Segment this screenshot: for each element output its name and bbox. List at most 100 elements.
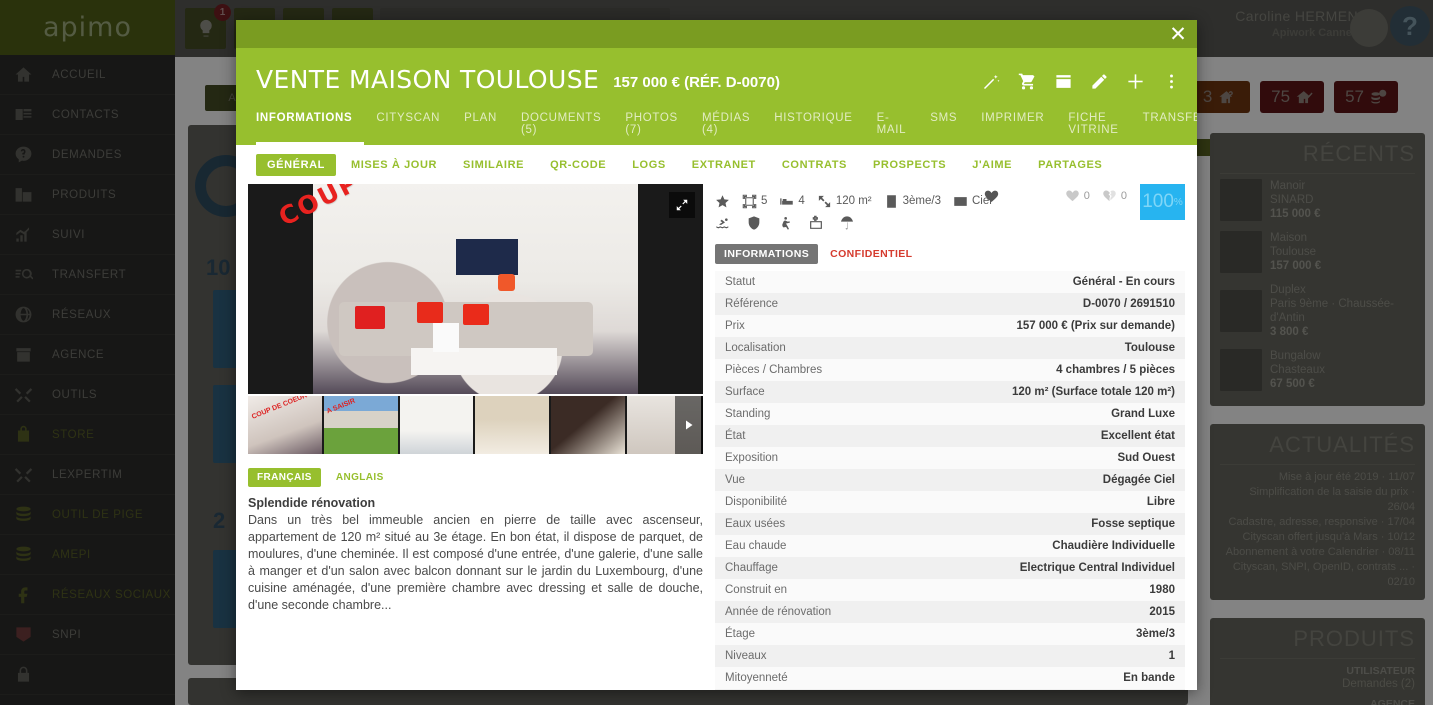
tab-documents-5[interactable]: DOCUMENTS (5) bbox=[509, 107, 613, 145]
photo-detail-vase bbox=[498, 274, 514, 291]
description-title: Splendide rénovation bbox=[248, 496, 703, 510]
tab-historique[interactable]: HISTORIQUE bbox=[762, 107, 864, 145]
modal-top-strip: ✕ bbox=[236, 20, 1197, 48]
description-body: Dans un très bel immeuble ancien en pier… bbox=[248, 512, 703, 614]
tab-m-dias-4[interactable]: MÉDIAS (4) bbox=[690, 107, 762, 145]
subtab-j-aime[interactable]: J'AIME bbox=[961, 154, 1023, 176]
table-row: LocalisationToulouse bbox=[715, 337, 1185, 359]
spec-value: En bande bbox=[1123, 672, 1175, 684]
chevron-right-icon bbox=[683, 419, 695, 431]
close-icon[interactable]: ✕ bbox=[1165, 21, 1191, 47]
subtab-g-n-ral[interactable]: GÉNÉRAL bbox=[256, 154, 336, 176]
spec-value: Libre bbox=[1147, 496, 1175, 508]
spec-value: D-0070 / 2691510 bbox=[1083, 298, 1175, 310]
amenity-icon-row bbox=[715, 212, 1185, 234]
tab-transfert[interactable]: TRANSFERT bbox=[1131, 107, 1197, 145]
surface-icon bbox=[817, 194, 832, 209]
magic-wand-icon[interactable] bbox=[982, 72, 1001, 91]
thumbnail-tag-2: A SAISIR bbox=[326, 398, 357, 416]
subtab-prospects[interactable]: PROSPECTS bbox=[862, 154, 957, 176]
info-tab-bar: INFORMATIONS CONFIDENTIEL bbox=[715, 244, 1185, 264]
expand-icon bbox=[675, 198, 689, 212]
tab-imprimer[interactable]: IMPRIMER bbox=[969, 107, 1056, 145]
spec-value: Général - En cours bbox=[1073, 276, 1175, 288]
spec-key: Disponibilité bbox=[725, 496, 787, 508]
tab-sms[interactable]: SMS bbox=[918, 107, 969, 145]
accessibility-icon bbox=[777, 215, 793, 231]
shield-icon bbox=[746, 215, 762, 231]
spec-bedrooms: 4 bbox=[779, 190, 804, 212]
next-thumbnails-button[interactable] bbox=[675, 396, 703, 454]
spec-key: Référence bbox=[725, 298, 778, 310]
spec-key: Pièces / Chambres bbox=[725, 364, 822, 376]
tab-plan[interactable]: PLAN bbox=[452, 107, 509, 145]
subtab-qr-code[interactable]: QR-CODE bbox=[539, 154, 617, 176]
photo-image bbox=[313, 184, 638, 394]
spec-key: Eau chaude bbox=[725, 540, 786, 552]
bed-icon bbox=[779, 194, 794, 209]
price-reference: 157 000 € (RÉF. D-0070) bbox=[613, 74, 780, 94]
thumbnail-4[interactable] bbox=[475, 396, 551, 454]
cart-icon[interactable] bbox=[1018, 72, 1037, 91]
pencil-icon[interactable] bbox=[1090, 72, 1109, 91]
subtab-extranet[interactable]: EXTRANET bbox=[681, 154, 767, 176]
photo-detail-pillow-2 bbox=[417, 302, 443, 323]
photo-detail-pillow-3 bbox=[463, 304, 489, 325]
subtab-mises-jour[interactable]: MISES À JOUR bbox=[340, 154, 448, 176]
completion-percent-badge: 100% bbox=[1140, 184, 1185, 220]
tab-e-mail[interactable]: E-MAIL bbox=[865, 107, 919, 145]
percent-unit: % bbox=[1174, 197, 1183, 208]
main-photo[interactable]: COUP DE COEUR bbox=[248, 184, 703, 394]
spec-star bbox=[715, 190, 730, 212]
spec-value: 157 000 € (Prix sur demande) bbox=[1016, 320, 1175, 332]
modal-body: COUP DE COEUR COUP DE COEUR A SAISIR bbox=[236, 184, 1197, 690]
tab-fiche-vitrine[interactable]: FICHE VITRINE bbox=[1056, 107, 1130, 145]
spec-key: Niveaux bbox=[725, 650, 767, 662]
tab-cityscan[interactable]: CITYSCAN bbox=[364, 107, 452, 145]
subtab-partages[interactable]: PARTAGES bbox=[1027, 154, 1113, 176]
thumbnail-3[interactable] bbox=[400, 396, 476, 454]
spec-key: Mitoyenneté bbox=[725, 672, 788, 684]
table-row: ChauffageElectrique Central Individuel bbox=[715, 557, 1185, 579]
storefront-icon[interactable] bbox=[1054, 72, 1073, 91]
language-tab-anglais[interactable]: ANGLAIS bbox=[327, 468, 393, 487]
spec-floor-value: 3ème/3 bbox=[903, 195, 941, 207]
spec-value: Fosse septique bbox=[1091, 518, 1175, 530]
subtab-contrats[interactable]: CONTRATS bbox=[771, 154, 858, 176]
thumbnail-2[interactable]: A SAISIR bbox=[324, 396, 400, 454]
dislikes-count: 0 bbox=[1121, 190, 1127, 202]
info-tab-confidentiel[interactable]: CONFIDENTIEL bbox=[824, 244, 918, 264]
table-row: Prix157 000 € (Prix sur demande) bbox=[715, 315, 1185, 337]
info-tab-informations[interactable]: INFORMATIONS bbox=[715, 244, 818, 264]
subtab-similaire[interactable]: SIMILAIRE bbox=[452, 154, 535, 176]
table-row: Surface120 m² (Surface totale 120 m²) bbox=[715, 381, 1185, 403]
plus-icon[interactable] bbox=[1126, 72, 1145, 91]
spec-icon-row: 5 4 120 m² 3ème/3 bbox=[715, 184, 1185, 212]
tab-informations[interactable]: INFORMATIONS bbox=[256, 107, 364, 145]
language-tab-fran-ais[interactable]: FRANÇAIS bbox=[248, 468, 321, 487]
dislikes-counter[interactable]: 0 bbox=[1102, 188, 1127, 203]
spec-key: État bbox=[725, 430, 745, 442]
subtab-logs[interactable]: LOGS bbox=[621, 154, 677, 176]
spec-key: Eaux usées bbox=[725, 518, 785, 530]
thumbnail-1[interactable]: COUP DE COEUR bbox=[248, 396, 324, 454]
spec-value: 1 bbox=[1169, 650, 1175, 662]
spec-key: Statut bbox=[725, 276, 755, 288]
spec-key: Chauffage bbox=[725, 562, 778, 574]
thumbnail-5[interactable] bbox=[551, 396, 627, 454]
table-row: Statut Général - En cours bbox=[715, 271, 1185, 293]
spec-key: Étage bbox=[725, 628, 755, 640]
more-vertical-icon[interactable] bbox=[1162, 72, 1181, 91]
spec-value: Dégagée Ciel bbox=[1103, 474, 1175, 486]
spec-key: Construit en bbox=[725, 584, 787, 596]
likes-count: 0 bbox=[1084, 190, 1090, 202]
rooms-icon bbox=[742, 194, 757, 209]
spec-key: Année de rénovation bbox=[725, 606, 831, 618]
favorite-heart-icon[interactable] bbox=[983, 188, 1000, 209]
spec-surface: 120 m² bbox=[817, 190, 872, 212]
spec-key: Exposition bbox=[725, 452, 778, 464]
property-detail-modal: ✕ VENTE MAISON TOULOUSE 157 000 € (RÉF. … bbox=[236, 20, 1197, 690]
tab-photos-7[interactable]: PHOTOS (7) bbox=[613, 107, 690, 145]
expand-photo-button[interactable] bbox=[669, 192, 695, 218]
likes-counter[interactable]: 0 bbox=[1065, 188, 1090, 203]
